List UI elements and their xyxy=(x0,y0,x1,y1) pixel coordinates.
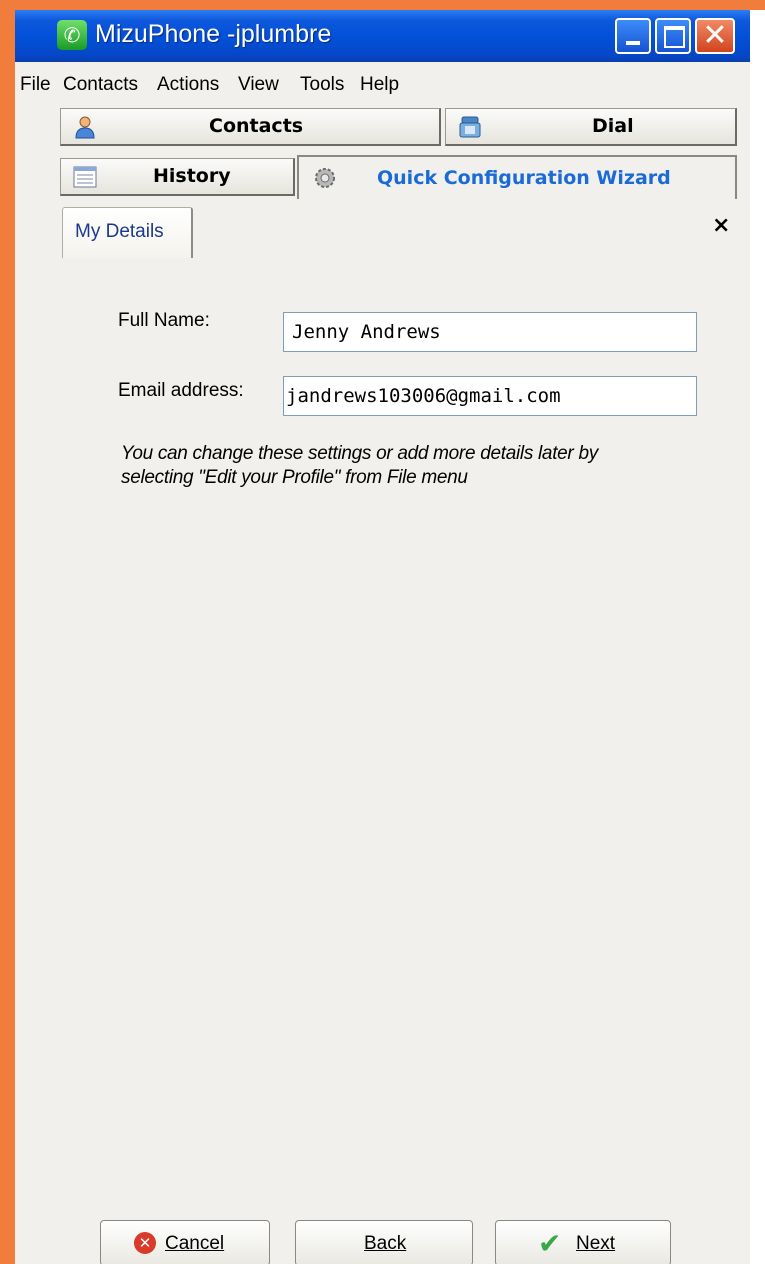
checkmark-icon: ✔ xyxy=(538,1227,562,1260)
history-list-icon xyxy=(73,166,97,188)
history-button-label: History xyxy=(153,165,231,187)
settings-hint-text: You can change these settings or add mor… xyxy=(121,442,721,490)
outer-frame-left xyxy=(0,0,15,1264)
close-icon: ✕ xyxy=(702,18,728,53)
email-label: Email address: xyxy=(118,380,244,401)
dial-button[interactable]: Dial xyxy=(445,108,737,146)
minimize-icon xyxy=(626,41,640,45)
contacts-button[interactable]: Contacts xyxy=(60,108,441,146)
contacts-button-label: Contacts xyxy=(209,115,304,137)
cancel-button[interactable]: ✕ Cancel xyxy=(100,1220,270,1264)
full-name-input[interactable] xyxy=(283,312,697,352)
menu-bar: File Contacts Actions View Tools Help xyxy=(15,68,750,104)
minimize-button[interactable] xyxy=(615,18,651,54)
email-input[interactable] xyxy=(283,376,697,416)
hint-line-2: selecting "Edit your Profile" from File … xyxy=(121,467,468,488)
back-button-label: Back xyxy=(364,1233,407,1254)
tab-my-details-label: My Details xyxy=(75,221,164,242)
next-button-label: Next xyxy=(576,1233,616,1254)
menu-file[interactable]: File xyxy=(20,74,51,96)
cancel-x-icon: ✕ xyxy=(134,1232,156,1254)
menu-help[interactable]: Help xyxy=(360,74,399,96)
gear-icon xyxy=(315,168,335,188)
full-name-label: Full Name: xyxy=(118,310,210,331)
hint-line-1: You can change these settings or add mor… xyxy=(121,443,598,464)
window-title: MizuPhone -jplumbre xyxy=(95,20,332,48)
title-bar[interactable]: ✆ MizuPhone -jplumbre ✕ xyxy=(15,10,750,62)
back-button[interactable]: Back xyxy=(295,1220,473,1264)
dial-button-label: Dial xyxy=(592,115,634,137)
cancel-button-label: Cancel xyxy=(165,1233,225,1254)
next-button[interactable]: ✔ Next xyxy=(495,1220,671,1264)
contacts-person-icon xyxy=(75,116,95,139)
phone-dial-icon xyxy=(459,116,481,138)
phone-app-icon: ✆ xyxy=(57,20,87,50)
close-window-button[interactable]: ✕ xyxy=(695,18,735,54)
outer-frame-top xyxy=(0,0,765,10)
wizard-tab-label: Quick Configuration Wizard xyxy=(377,167,671,189)
menu-actions[interactable]: Actions xyxy=(157,74,219,96)
app-window: ✆ MizuPhone -jplumbre ✕ File Contacts Ac… xyxy=(15,10,750,1264)
close-panel-icon[interactable]: × xyxy=(712,213,730,238)
maximize-button[interactable] xyxy=(655,18,691,54)
tab-quick-configuration-wizard[interactable]: Quick Configuration Wizard xyxy=(297,155,737,199)
menu-contacts[interactable]: Contacts xyxy=(63,74,138,96)
history-button[interactable]: History xyxy=(60,158,295,196)
menu-tools[interactable]: Tools xyxy=(300,74,344,96)
menu-view[interactable]: View xyxy=(238,74,279,96)
tab-my-details[interactable]: My Details xyxy=(62,207,193,258)
maximize-icon xyxy=(664,26,685,48)
